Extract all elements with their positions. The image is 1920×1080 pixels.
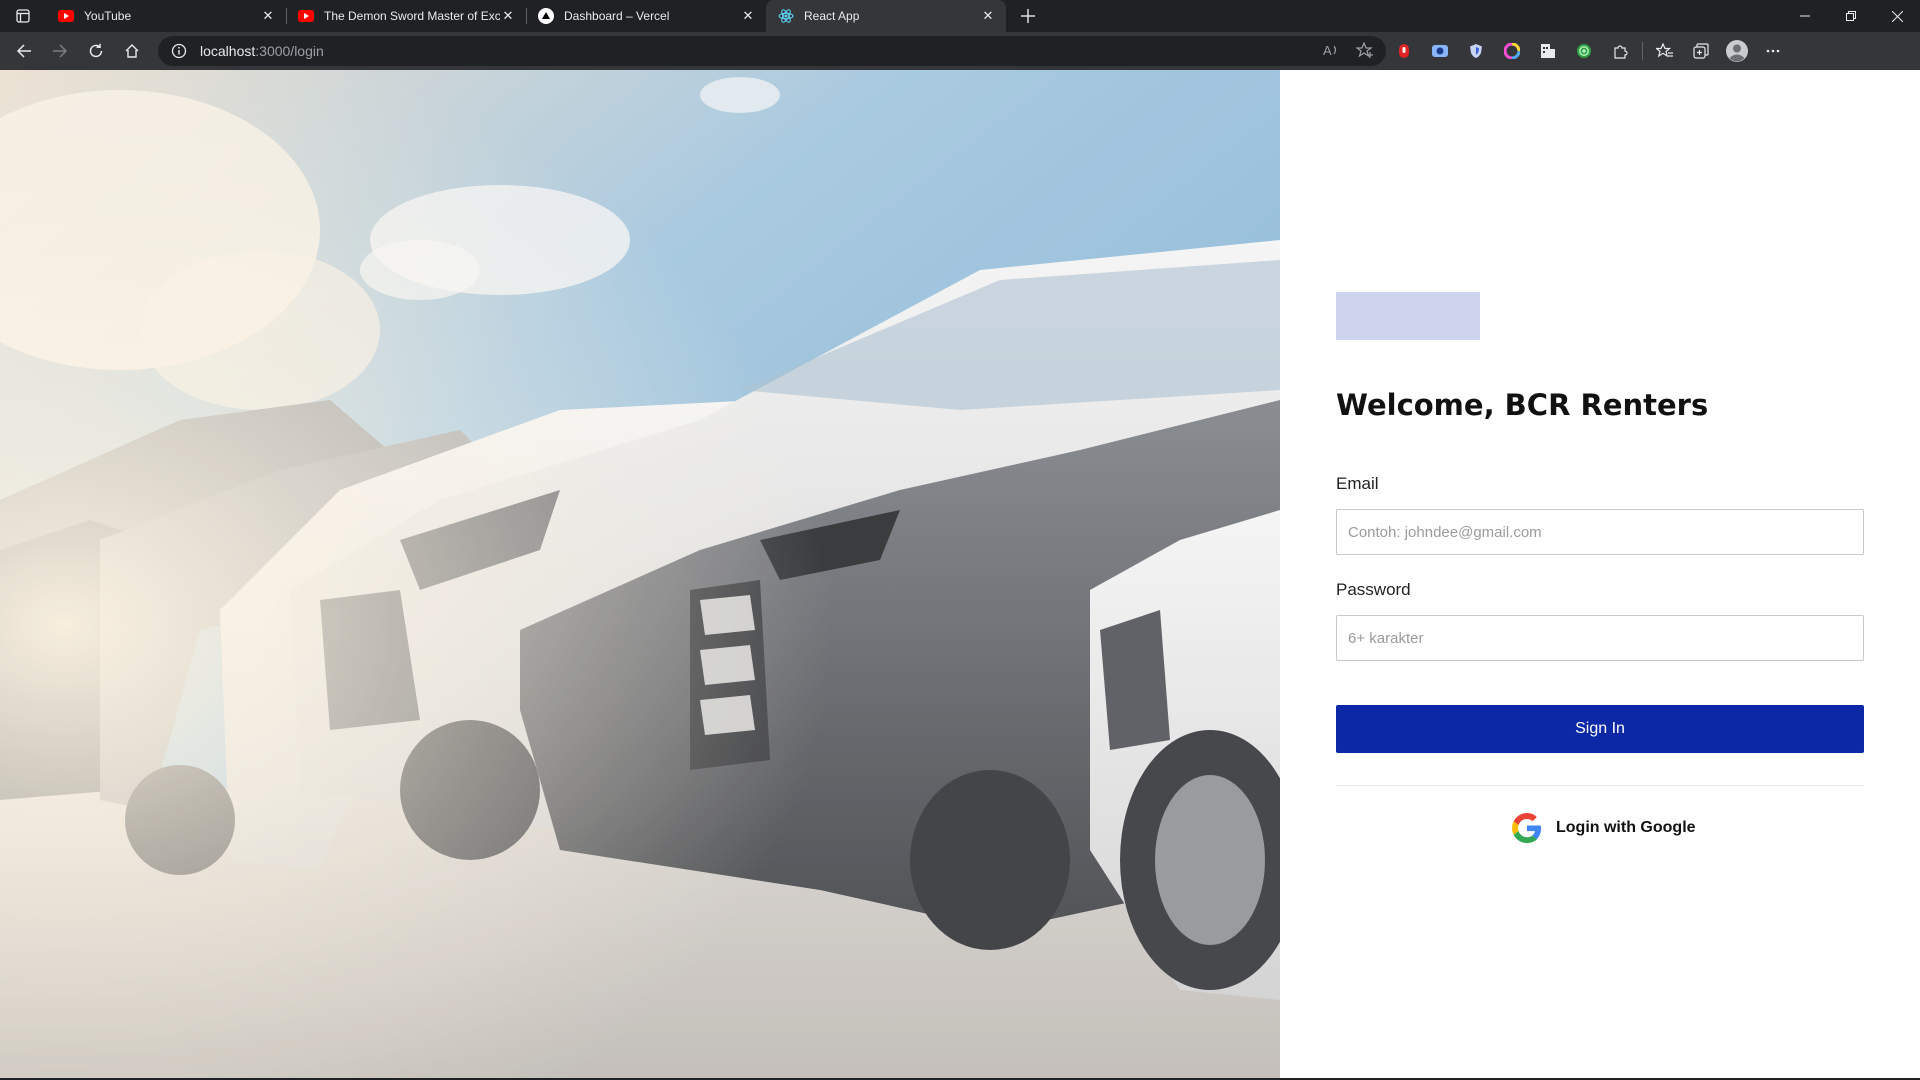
login-panel: Welcome, BCR Renters Email Password Sign… <box>1280 70 1920 1078</box>
home-icon <box>125 44 139 58</box>
read-aloud-icon[interactable]: A <box>1322 42 1340 61</box>
vercel-icon <box>538 8 554 24</box>
tab-vercel[interactable]: Dashboard – Vercel ✕ <box>526 0 766 32</box>
extension-red-icon[interactable] <box>1386 36 1422 66</box>
tab-title: Dashboard – Vercel <box>564 9 670 23</box>
add-favorite-icon[interactable] <box>1355 40 1374 61</box>
close-icon[interactable]: ✕ <box>260 8 276 24</box>
extensions-puzzle-icon[interactable] <box>1602 36 1638 66</box>
sign-in-button[interactable]: Sign In <box>1336 705 1864 753</box>
google-login-label: Login with Google <box>1556 819 1696 836</box>
extension-shield-icon[interactable] <box>1458 36 1494 66</box>
react-icon <box>778 8 794 24</box>
new-tab-button[interactable] <box>1012 0 1044 32</box>
back-button[interactable] <box>6 36 42 66</box>
password-field[interactable] <box>1336 615 1864 661</box>
tab-react-app[interactable]: React App ✕ <box>766 0 1006 32</box>
minimize-icon <box>1800 15 1810 17</box>
extension-capture-icon[interactable] <box>1422 36 1458 66</box>
url-host: localhost <box>200 43 256 59</box>
email-label: Email <box>1336 474 1379 493</box>
url-path: :3000/login <box>255 43 324 59</box>
profile-avatar[interactable] <box>1719 36 1755 66</box>
forward-button[interactable] <box>42 36 78 66</box>
profile-icon <box>1726 40 1748 62</box>
minimize-button[interactable] <box>1782 0 1828 32</box>
favorites-icon[interactable] <box>1647 36 1683 66</box>
settings-more-icon[interactable] <box>1755 36 1791 66</box>
restore-icon <box>1846 11 1856 21</box>
close-icon[interactable]: ✕ <box>500 8 516 24</box>
logo-placeholder <box>1336 292 1480 340</box>
restore-button[interactable] <box>1828 0 1874 32</box>
youtube-icon <box>58 8 74 24</box>
info-icon[interactable] <box>170 42 188 60</box>
tab-title: React App <box>804 9 860 23</box>
close-icon <box>1891 10 1903 22</box>
email-field[interactable] <box>1336 509 1864 555</box>
svg-text:A: A <box>1323 43 1332 58</box>
extension-green-circle-icon[interactable] <box>1566 36 1602 66</box>
password-label: Password <box>1336 580 1411 599</box>
collections-icon[interactable] <box>1683 36 1719 66</box>
browser-toolbar: localhost:3000/login A <box>0 32 1920 70</box>
tab-demon-sword[interactable]: The Demon Sword Master of Excalibur Acad… <box>286 0 526 32</box>
page-title: Welcome, BCR Renters <box>1336 388 1709 422</box>
close-icon[interactable]: ✕ <box>740 8 756 24</box>
login-page: Welcome, BCR Renters Email Password Sign… <box>0 70 1920 1078</box>
tab-youtube[interactable]: YouTube ✕ <box>46 0 286 32</box>
tab-actions-icon <box>16 9 30 23</box>
toolbar-divider <box>1642 42 1643 60</box>
close-icon[interactable]: ✕ <box>980 8 996 24</box>
google-icon <box>1512 813 1542 843</box>
home-button[interactable] <box>114 36 150 66</box>
plus-icon <box>1021 9 1035 23</box>
refresh-icon <box>89 43 103 58</box>
login-with-google-button[interactable]: Login with Google <box>1512 810 1696 846</box>
divider <box>1336 785 1864 786</box>
arrow-left-icon <box>16 44 31 58</box>
browser-titlebar: YouTube ✕ The Demon Sword Master of Exca… <box>0 0 1920 32</box>
arrow-right-icon <box>53 44 68 58</box>
tab-actions-menu[interactable] <box>0 0 46 32</box>
address-bar[interactable]: localhost:3000/login A <box>158 36 1386 66</box>
youtube-icon <box>298 8 314 24</box>
extension-chart-icon[interactable] <box>1530 36 1566 66</box>
reload-button[interactable] <box>78 36 114 66</box>
tab-title: The Demon Sword Master of Excalibur Acad… <box>324 9 500 23</box>
tab-title: YouTube <box>84 9 132 23</box>
close-window-button[interactable] <box>1874 0 1920 32</box>
extension-color-wheel-icon[interactable] <box>1494 36 1530 66</box>
hero-cars-image <box>0 70 1280 1078</box>
